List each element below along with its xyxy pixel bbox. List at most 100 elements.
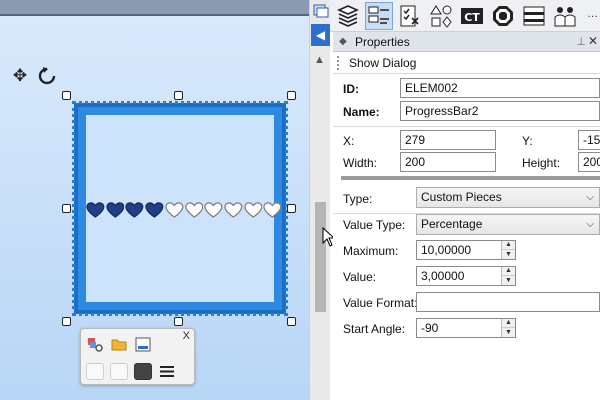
resize-handle-left[interactable]	[62, 204, 71, 213]
name-field[interactable]: ProgressBar2	[400, 101, 600, 121]
properties-panel: ◆ Properties ⊥ ✕ Show Dialog ID: ELEM002…	[333, 32, 600, 400]
panel-title: Properties	[355, 35, 410, 49]
value-type-select-value: Percentage	[421, 217, 483, 231]
width-field[interactable]: 200	[400, 152, 496, 172]
type-select[interactable]: Custom Pieces ⌵	[416, 187, 600, 208]
resize-handle-bottom[interactable]	[174, 317, 183, 326]
x-field[interactable]: 279	[400, 130, 496, 150]
menu-icon[interactable]	[159, 364, 175, 379]
resize-handle-right[interactable]	[287, 204, 296, 213]
value-format-field[interactable]	[416, 292, 600, 312]
pin-panel-icon[interactable]	[312, 2, 330, 20]
layers-button[interactable]	[334, 2, 362, 30]
properties-button[interactable]	[365, 2, 393, 30]
maximum-label: Maximum:	[343, 244, 399, 258]
id-field[interactable]: ELEM002	[400, 78, 600, 98]
shapes-icon	[430, 5, 452, 28]
decrement-icon: ▼	[502, 328, 515, 337]
empty-heart-icon	[263, 202, 282, 218]
height-field[interactable]: 200	[578, 152, 600, 172]
progress-pieces	[86, 201, 282, 221]
type-select-value: Custom Pieces	[421, 190, 502, 204]
start-angle-label: Start Angle:	[343, 322, 406, 336]
design-canvas[interactable]: ✥ X	[0, 0, 309, 400]
chevron-down-icon: ⌵	[586, 219, 594, 230]
style-swatch-dark[interactable]	[134, 363, 152, 380]
height-label: Height:	[522, 156, 561, 170]
filled-heart-icon	[125, 202, 144, 218]
empty-heart-icon	[224, 202, 243, 218]
name-label: Name:	[343, 105, 380, 119]
progress-bar-element[interactable]	[72, 101, 288, 316]
ct-icon: CT	[461, 8, 483, 24]
collapse-arrow-icon[interactable]: ◆	[339, 36, 347, 47]
resize-handle-top-left[interactable]	[62, 91, 71, 100]
section-divider	[341, 176, 600, 180]
decrement-icon: ▼	[502, 276, 515, 285]
panel-list-icon	[523, 6, 545, 26]
scroll-up-icon[interactable]: ▲	[314, 54, 325, 66]
id-label: ID:	[343, 82, 359, 96]
folder-icon[interactable]	[111, 337, 127, 352]
value-label: Value:	[343, 270, 377, 284]
users-icon	[554, 7, 576, 27]
increment-icon: ▲	[502, 319, 515, 328]
value-stepper[interactable]: ▲ ▼	[501, 267, 515, 285]
panel-list-button[interactable]	[520, 2, 548, 30]
decrement-icon: ▼	[502, 250, 515, 259]
ct-button[interactable]: CT	[458, 2, 486, 30]
close-icon[interactable]: ✕	[588, 34, 598, 48]
svg-text:CT: CT	[464, 11, 480, 24]
collapse-panel-tab[interactable]: ◀	[311, 24, 330, 46]
x-label: X:	[343, 134, 355, 148]
maximum-field[interactable]: 10,00000 ▲ ▼	[416, 240, 516, 260]
style-swatch-light-2[interactable]	[110, 363, 128, 380]
octagon-button[interactable]	[489, 2, 517, 30]
value-format-label: Value Format:	[343, 296, 418, 310]
empty-heart-icon	[204, 202, 223, 218]
shapes-button[interactable]	[427, 2, 455, 30]
start-angle-value: -90	[421, 321, 439, 335]
toolbar-overflow-button[interactable]: …	[587, 8, 598, 20]
filled-heart-icon	[106, 202, 125, 218]
resize-handle-top-right[interactable]	[287, 91, 296, 100]
canvas-ruler-bar	[0, 0, 309, 16]
layout-icon[interactable]	[135, 337, 151, 352]
rotate-icon[interactable]	[37, 66, 57, 86]
start-angle-stepper[interactable]: ▲ ▼	[501, 319, 515, 337]
grip-icon	[337, 56, 340, 70]
value-type-label: Value Type:	[343, 218, 406, 232]
chevron-down-icon: ⌵	[586, 192, 594, 203]
resize-handle-bottom-left[interactable]	[62, 317, 71, 326]
resize-handle-top[interactable]	[174, 91, 183, 100]
scroll-thumb[interactable]	[315, 202, 326, 312]
maximum-stepper[interactable]: ▲ ▼	[501, 241, 515, 259]
start-angle-field[interactable]: -90 ▲ ▼	[416, 318, 516, 338]
show-dialog-button[interactable]: Show Dialog	[349, 56, 416, 70]
width-label: Width:	[343, 156, 378, 170]
checklist-icon	[400, 5, 419, 27]
resize-handle-bottom-right[interactable]	[287, 317, 296, 326]
type-label: Type:	[343, 192, 373, 206]
value-field[interactable]: 3,00000 ▲ ▼	[416, 266, 516, 286]
style-swatch-light[interactable]	[86, 363, 104, 380]
style-settings-icon[interactable]	[87, 337, 103, 352]
increment-icon: ▲	[502, 241, 515, 250]
octagon-icon	[493, 6, 513, 26]
increment-icon: ▲	[502, 267, 515, 276]
pin-icon[interactable]: ⊥	[576, 35, 586, 48]
checklist-button[interactable]	[396, 2, 424, 30]
y-label: Y:	[522, 134, 533, 148]
mini-toolbar-close-button[interactable]: X	[183, 330, 190, 342]
empty-heart-icon	[243, 202, 263, 218]
canvas-vertical-scrollbar[interactable]: ▲	[309, 0, 330, 400]
value-value: 3,00000	[421, 269, 465, 283]
empty-heart-icon	[165, 202, 184, 218]
empty-heart-icon	[184, 202, 203, 218]
properties-icon	[368, 6, 389, 24]
y-field[interactable]: -15	[578, 130, 600, 150]
move-icon[interactable]: ✥	[10, 66, 30, 86]
properties-panel-header: ◆ Properties ⊥ ✕	[333, 32, 600, 52]
value-type-select[interactable]: Percentage ⌵	[416, 214, 600, 235]
users-button[interactable]	[551, 2, 579, 30]
